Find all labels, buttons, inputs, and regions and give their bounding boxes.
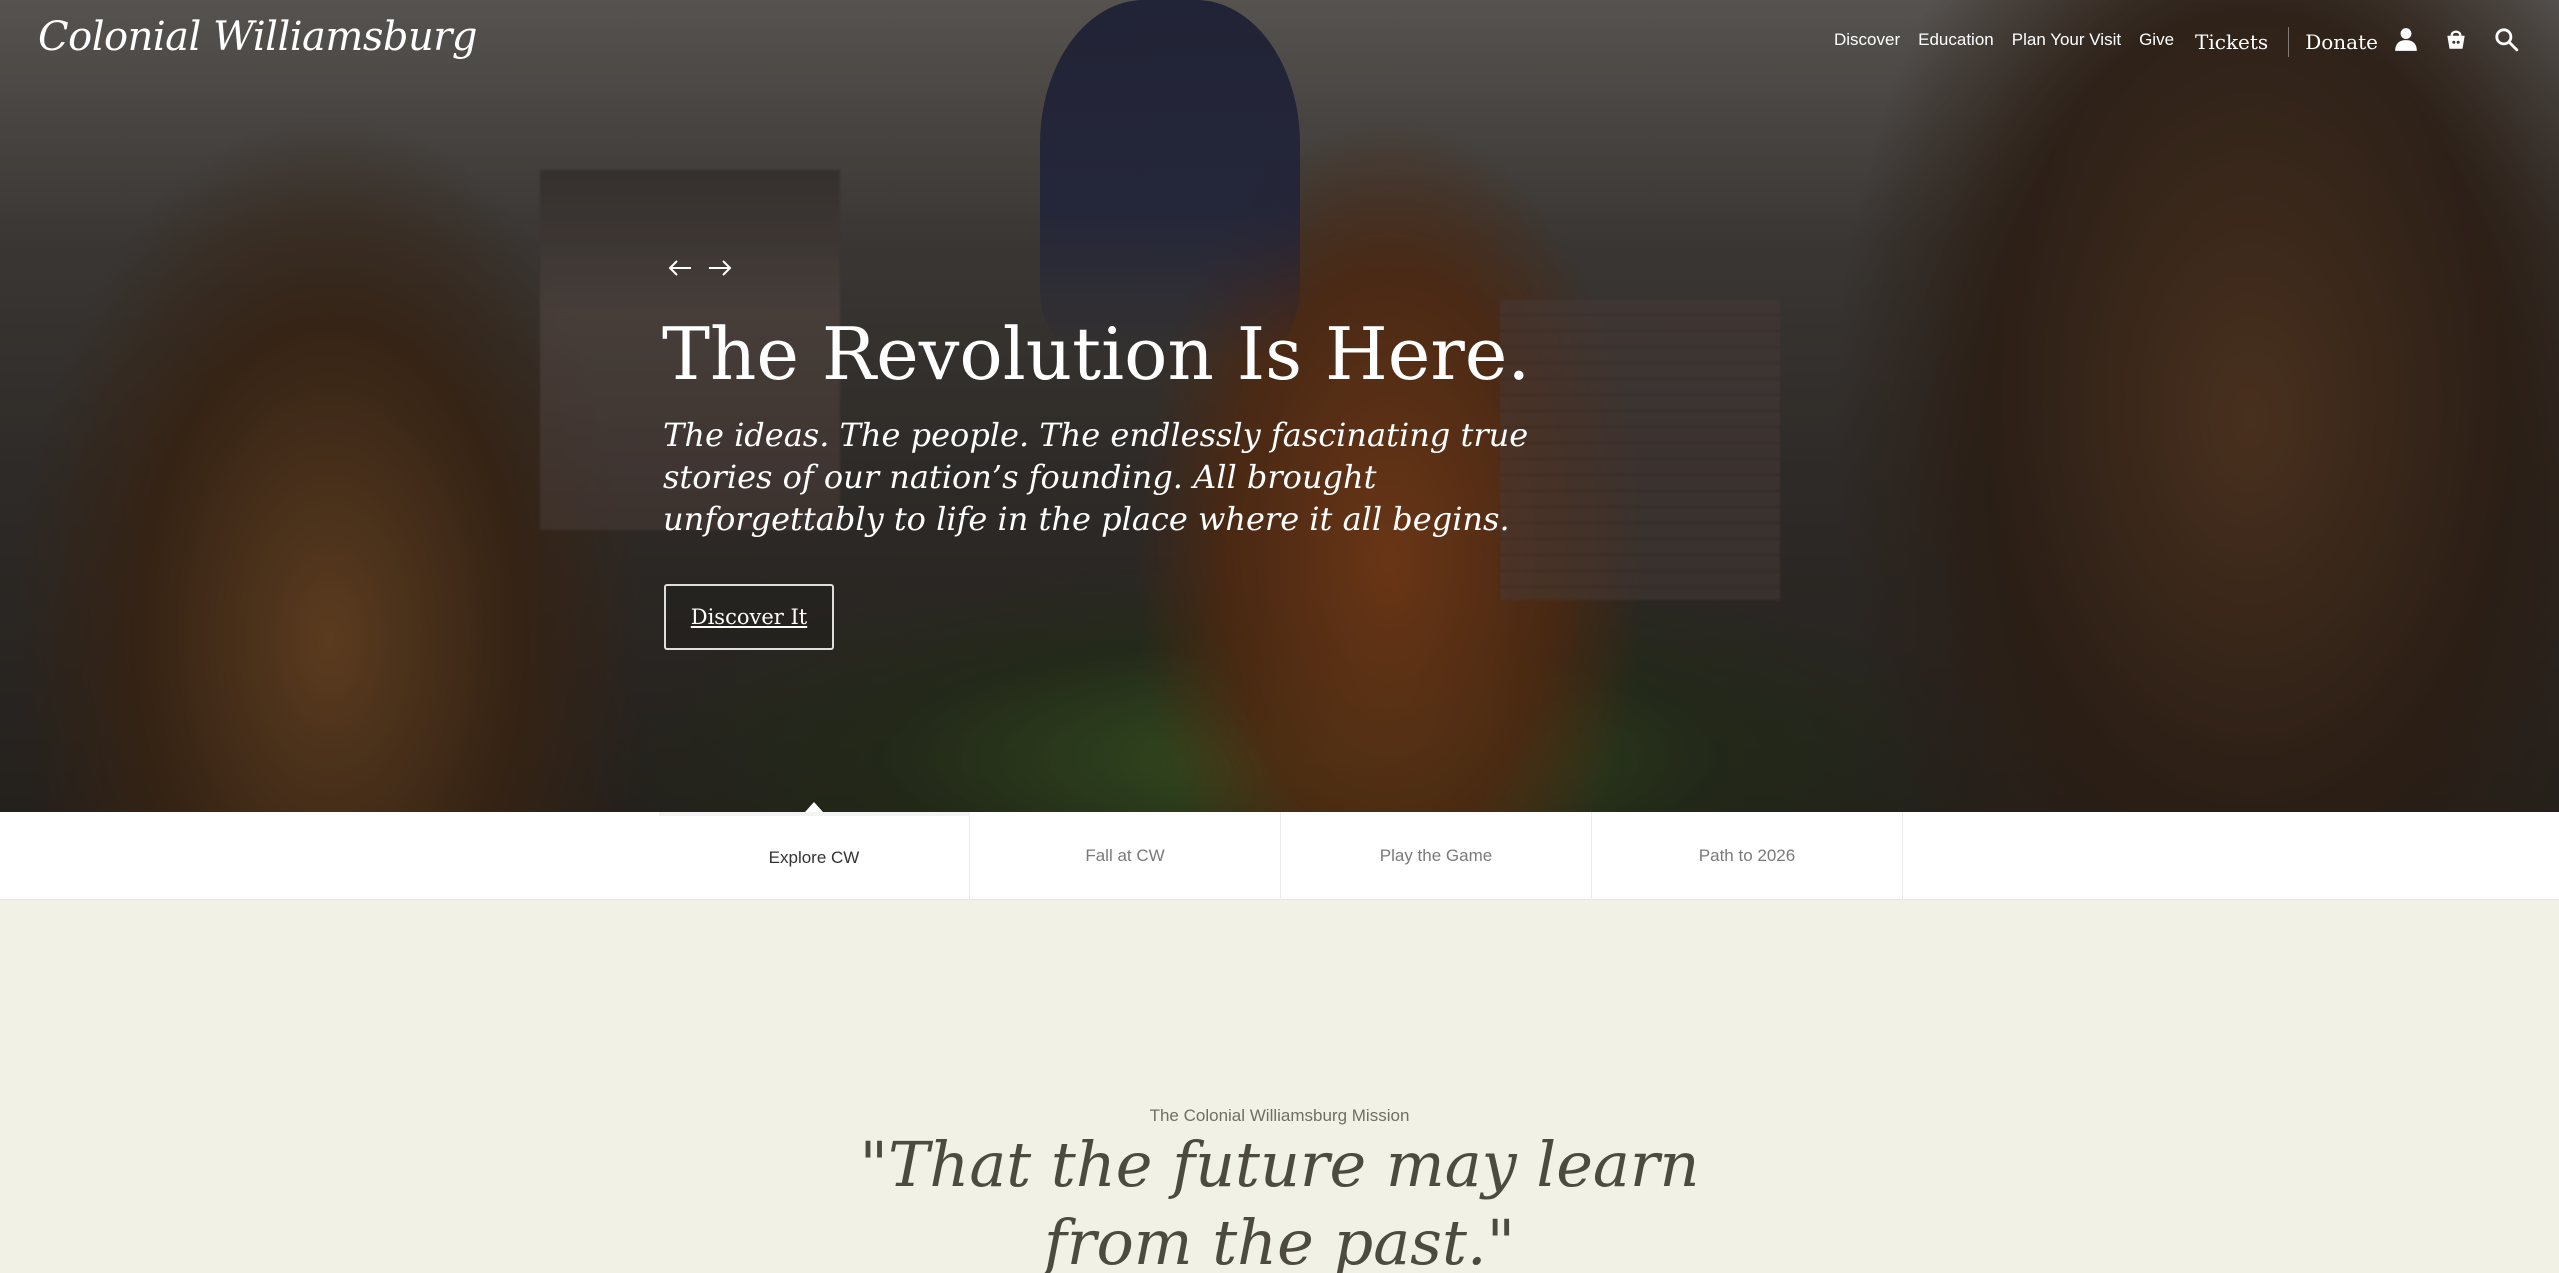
hero-banner xyxy=(0,0,2559,812)
mission-quote: "That the future may learn from the past… xyxy=(0,1126,2559,1273)
discover-it-button[interactable]: Discover It xyxy=(664,584,834,650)
search-icon[interactable] xyxy=(2493,26,2519,52)
mission-label: The Colonial Williamsburg Mission xyxy=(1149,1106,1410,1125)
hero-overlay xyxy=(0,0,2559,812)
nav-divider xyxy=(2288,27,2290,57)
basket-icon[interactable] xyxy=(2443,26,2469,52)
mission-quote-line-1: "That the future may learn xyxy=(859,1128,1700,1201)
tab-explore-cw[interactable]: Explore CW xyxy=(659,812,970,900)
nav-give[interactable]: Give xyxy=(2139,30,2174,50)
nav-cta-group: Tickets Donate xyxy=(2195,27,2378,57)
tab-play-the-game[interactable]: Play the Game xyxy=(1281,812,1592,900)
main-nav: Discover Education Plan Your Visit Give xyxy=(1834,30,2174,50)
nav-education[interactable]: Education xyxy=(1918,30,1994,50)
donate-link[interactable]: Donate xyxy=(2305,30,2378,54)
tab-fall-at-cw[interactable]: Fall at CW xyxy=(970,812,1281,900)
tickets-link[interactable]: Tickets xyxy=(2195,30,2268,54)
carousel-controls xyxy=(666,254,734,282)
account-icon[interactable] xyxy=(2393,26,2419,52)
site-logo[interactable]: Colonial Williamsburg xyxy=(38,14,477,60)
arrow-left-icon[interactable] xyxy=(666,254,694,282)
hero-subtext: The ideas. The people. The endlessly fas… xyxy=(663,416,1529,538)
hero-headline: The Revolution Is Here. xyxy=(662,312,1531,396)
nav-discover[interactable]: Discover xyxy=(1834,30,1900,50)
section-tabs: Explore CW Fall at CW Play the Game Path… xyxy=(659,812,1903,900)
tab-path-to-2026[interactable]: Path to 2026 xyxy=(1592,812,1903,900)
header-icons xyxy=(2393,26,2519,52)
mission-quote-line-2: from the past." xyxy=(1043,1206,1516,1273)
nav-plan-your-visit[interactable]: Plan Your Visit xyxy=(2012,30,2121,50)
arrow-right-icon[interactable] xyxy=(706,254,734,282)
section-tabbar: Explore CW Fall at CW Play the Game Path… xyxy=(0,812,2559,900)
